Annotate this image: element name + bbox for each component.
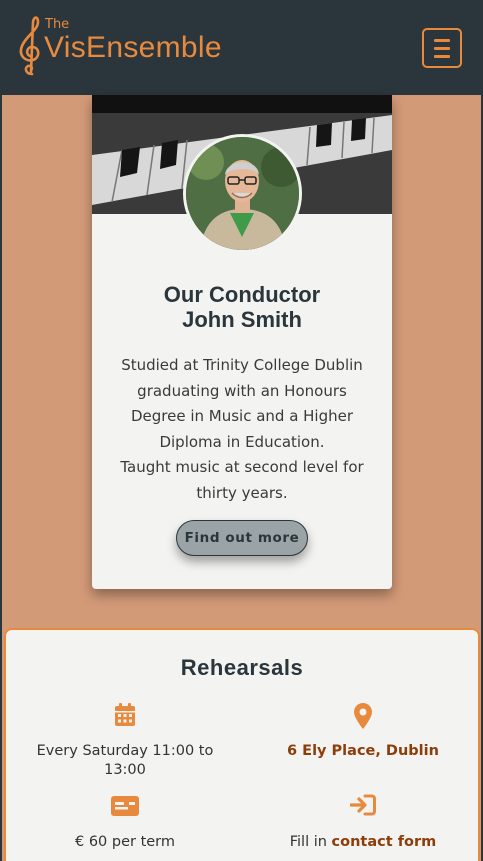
rehearsals-title: Rehearsals — [180, 655, 304, 680]
rehearsal-signup: Fill in contact form — [244, 794, 482, 852]
menu-toggle-button[interactable] — [422, 28, 462, 68]
logo-wordmark: VisEnsemble — [44, 31, 222, 65]
conductor-bio: Studied at Trinity College Dublin gradua… — [112, 353, 372, 506]
conductor-title: Our Conductor — [163, 282, 321, 307]
ticket-icon — [111, 796, 139, 816]
conductor-photo — [183, 134, 302, 253]
conductor-heading: Our Conductor John Smith — [92, 282, 392, 332]
treble-clef-icon — [19, 16, 40, 76]
logo-vis: Vis — [44, 31, 87, 64]
find-out-more-button[interactable]: Find out more — [176, 520, 308, 556]
hamburger-icon — [434, 38, 450, 42]
logo-ensemble: Ensemble — [86, 31, 222, 64]
rehearsal-time: Every Saturday 11:00 to 13:00 — [6, 703, 244, 780]
map-pin-icon — [354, 703, 372, 729]
rehearsal-location: 6 Ely Place, Dublin — [244, 703, 482, 761]
sign-in-icon — [350, 794, 376, 816]
conductor-name: John Smith — [182, 307, 302, 332]
contact-form-link[interactable]: contact form — [332, 834, 437, 850]
logo-the: The — [45, 17, 70, 32]
rehearsal-time-text: Every Saturday 11:00 to 13:00 — [36, 743, 214, 778]
conductor-bio-line: Taught music at second level for thirty … — [120, 458, 364, 502]
navbar: The VisEnsemble — [2, 0, 481, 95]
rehearsal-fee: € 60 per term — [6, 796, 244, 852]
conductor-card: Our Conductor John Smith Studied at Trin… — [92, 95, 392, 589]
conductor-bio-line: Studied at Trinity College Dublin gradua… — [121, 356, 363, 451]
signup-prefix: Fill in — [289, 834, 332, 850]
calendar-icon — [115, 703, 135, 726]
rehearsals-section: Rehearsals Every Saturday 11:00 to 13:00… — [4, 628, 480, 861]
location-link[interactable]: 6 Ely Place, Dublin — [244, 742, 482, 761]
site-logo[interactable]: The VisEnsemble — [16, 14, 236, 78]
signup-text: Fill in contact form — [244, 833, 482, 852]
fee-text: € 60 per term — [74, 834, 176, 850]
conductor-portrait-image — [186, 137, 299, 250]
